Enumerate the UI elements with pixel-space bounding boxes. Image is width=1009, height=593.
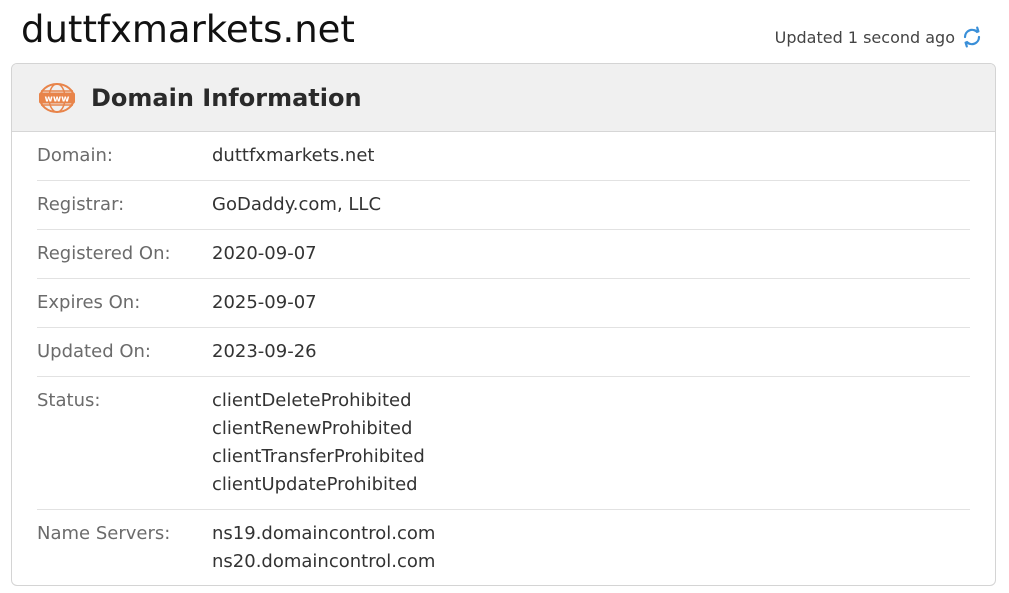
www-icon-text: www [45, 94, 70, 104]
row-value: clientDeleteProhibited clientRenewProhib… [212, 387, 425, 499]
refresh-icon[interactable] [961, 26, 983, 48]
row-value: 2025-09-07 [212, 292, 317, 313]
row-value: 2023-09-26 [212, 341, 317, 362]
page-title: duttfxmarkets.net [21, 8, 355, 51]
status-value: clientRenewProhibited [212, 418, 413, 439]
row-label: Updated On: [37, 341, 151, 362]
row-registered-on: Registered On: 2020-09-07 [37, 230, 970, 279]
row-label: Status: [37, 390, 101, 411]
status-value: clientUpdateProhibited [212, 474, 418, 495]
row-updated-on: Updated On: 2023-09-26 [37, 328, 970, 377]
row-expires-on: Expires On: 2025-09-07 [37, 279, 970, 328]
row-label: Expires On: [37, 292, 141, 313]
row-value: 2020-09-07 [212, 243, 317, 264]
info-table: Domain: duttfxmarkets.net Registrar: GoD… [12, 132, 995, 585]
updated-text: Updated 1 second ago [774, 27, 955, 47]
updated-status: Updated 1 second ago [775, 24, 983, 50]
status-value: clientTransferProhibited [212, 446, 425, 467]
www-icon: www [38, 82, 76, 114]
row-value: ns19.domaincontrol.com ns20.domaincontro… [212, 520, 435, 576]
name-server-value: ns20.domaincontrol.com [212, 551, 436, 572]
row-label: Domain: [37, 145, 113, 166]
row-status: Status: clientDeleteProhibited clientRen… [37, 377, 970, 510]
card-header: www Domain Information [12, 64, 995, 132]
page-header: duttfxmarkets.net Updated 1 second ago [0, 0, 1009, 60]
row-registrar: Registrar: GoDaddy.com, LLC [37, 181, 970, 230]
row-value: GoDaddy.com, LLC [212, 194, 382, 215]
row-label: Name Servers: [37, 523, 171, 544]
row-domain: Domain: duttfxmarkets.net [37, 132, 970, 181]
row-label: Registrar: [37, 194, 125, 215]
status-value: clientDeleteProhibited [212, 390, 412, 411]
domain-info-card: www Domain Information Domain: duttfxmar… [11, 63, 996, 586]
row-value: duttfxmarkets.net [212, 145, 375, 166]
row-name-servers: Name Servers: ns19.domaincontrol.com ns2… [37, 510, 970, 585]
row-label: Registered On: [37, 243, 171, 264]
name-server-value: ns19.domaincontrol.com [212, 523, 436, 544]
card-title: Domain Information [91, 83, 362, 112]
